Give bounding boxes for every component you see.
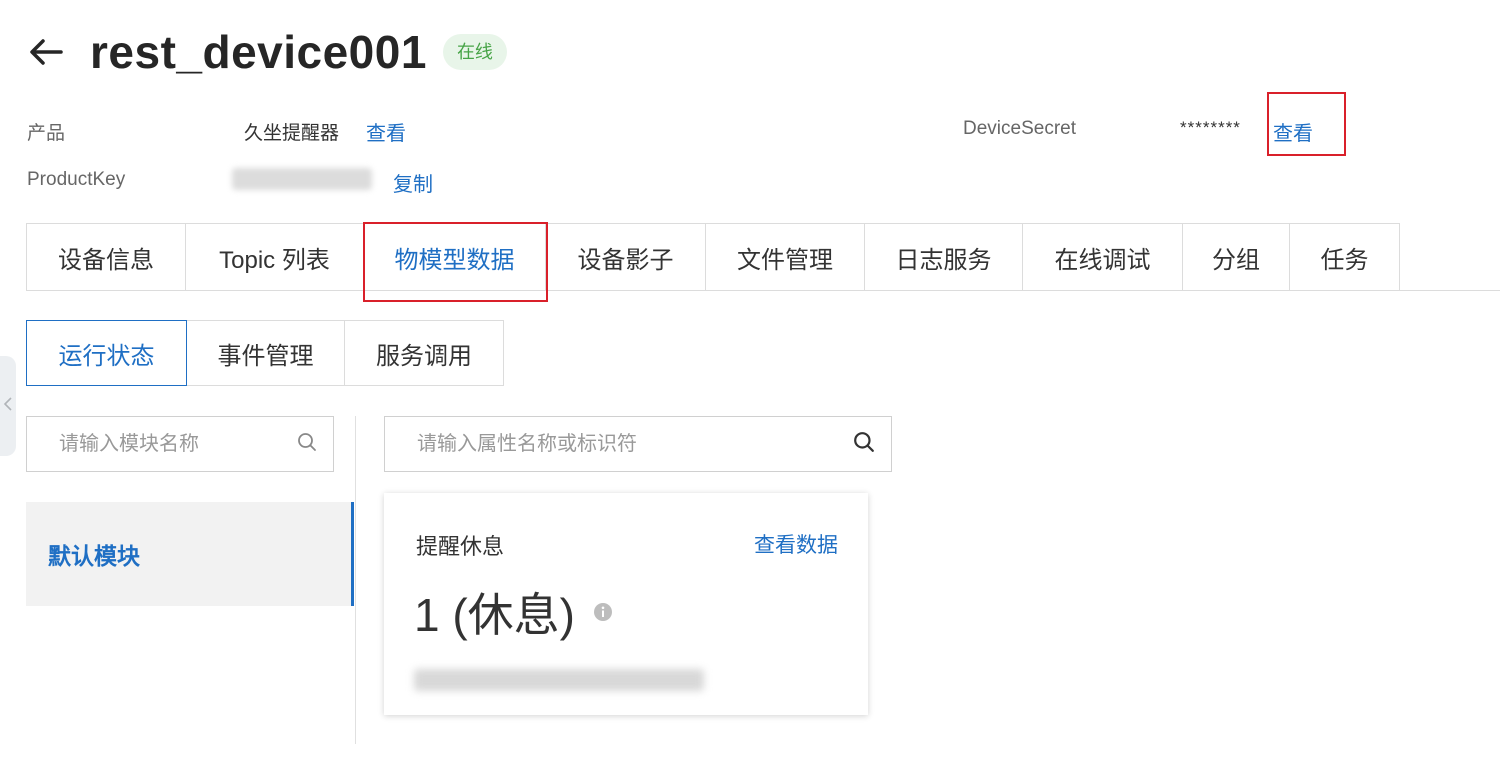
property-value-row: 1 (休息) bbox=[414, 579, 613, 645]
chevron-left-icon bbox=[3, 396, 13, 417]
property-card: 提醒休息 查看数据 1 (休息) bbox=[384, 493, 868, 715]
tab-device-shadow[interactable]: 设备影子 bbox=[546, 224, 706, 290]
property-search-input[interactable] bbox=[415, 431, 787, 457]
tab-groups[interactable]: 分组 bbox=[1183, 224, 1290, 290]
module-search-box bbox=[26, 416, 334, 472]
page-header: rest_device001 在线 bbox=[26, 22, 507, 82]
product-label: 产品 bbox=[27, 123, 66, 144]
tab-tasks[interactable]: 任务 bbox=[1290, 224, 1399, 290]
page-title: rest_device001 bbox=[90, 26, 427, 78]
search-icon[interactable] bbox=[853, 431, 875, 458]
tab-thing-model-data[interactable]: 物模型数据 bbox=[364, 224, 546, 290]
module-item-default[interactable]: 默认模块 bbox=[26, 502, 354, 606]
info-icon[interactable] bbox=[593, 602, 613, 622]
main-tabs: 设备信息 Topic 列表 物模型数据 设备影子 文件管理 日志服务 在线调试 … bbox=[26, 223, 1400, 291]
panel-divider bbox=[355, 416, 356, 744]
property-search-box bbox=[384, 416, 892, 472]
tab-device-info[interactable]: 设备信息 bbox=[27, 224, 186, 290]
module-search-input[interactable] bbox=[57, 431, 269, 457]
property-card-title: 提醒休息 bbox=[416, 534, 505, 559]
status-badge: 在线 bbox=[442, 34, 507, 70]
subtab-running-status[interactable]: 运行状态 bbox=[26, 320, 187, 386]
tab-online-debug[interactable]: 在线调试 bbox=[1023, 224, 1183, 290]
devicesecret-view-link[interactable]: 查看 bbox=[1273, 117, 1313, 146]
search-icon[interactable] bbox=[297, 432, 317, 457]
productkey-copy-link[interactable]: 复制 bbox=[393, 168, 433, 197]
sidebar-collapse-handle[interactable] bbox=[0, 356, 16, 456]
tab-topic-list[interactable]: Topic 列表 bbox=[186, 224, 364, 290]
property-timestamp-redacted bbox=[414, 669, 704, 691]
module-item-label: 默认模块 bbox=[48, 543, 140, 569]
devicesecret-value: ******** bbox=[1180, 118, 1241, 137]
tab-file-management[interactable]: 文件管理 bbox=[706, 224, 865, 290]
subtab-service-invocation[interactable]: 服务调用 bbox=[345, 320, 504, 386]
productkey-value-redacted bbox=[232, 168, 372, 190]
product-view-link[interactable]: 查看 bbox=[366, 117, 406, 146]
sub-tabs: 运行状态 事件管理 服务调用 bbox=[26, 320, 504, 386]
property-value: 1 (休息) bbox=[414, 589, 575, 641]
tabs-divider bbox=[26, 290, 1500, 291]
productkey-label: ProductKey bbox=[27, 169, 126, 190]
tab-log-service[interactable]: 日志服务 bbox=[865, 224, 1023, 290]
devicesecret-label: DeviceSecret bbox=[963, 118, 1076, 139]
back-arrow-icon[interactable] bbox=[26, 32, 66, 72]
view-data-link[interactable]: 查看数据 bbox=[754, 529, 838, 559]
product-value: 久坐提醒器 bbox=[244, 123, 340, 144]
subtab-event-management[interactable]: 事件管理 bbox=[187, 320, 345, 386]
